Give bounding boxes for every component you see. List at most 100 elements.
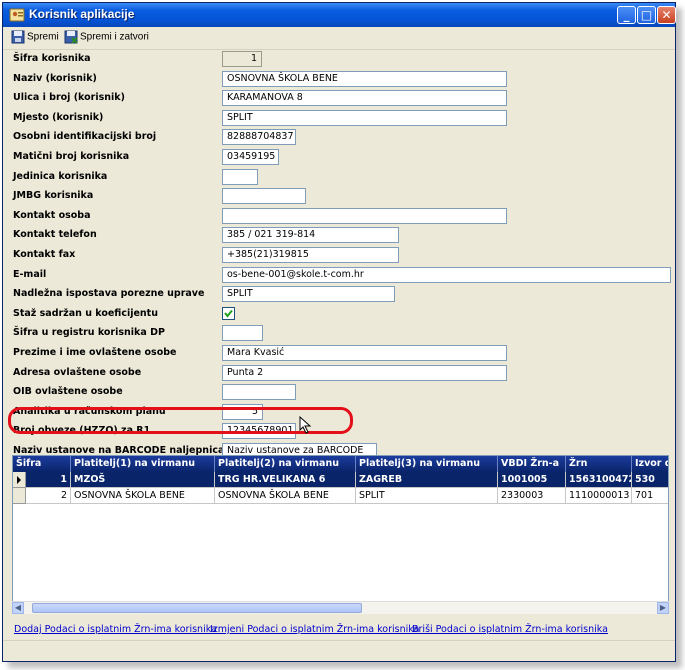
minimize-icon: _ [623, 8, 630, 22]
table-cell: MZOŠ [71, 472, 215, 488]
save-close-button[interactable]: Spremi i zatvori [64, 30, 149, 46]
app-icon [9, 8, 25, 22]
checkbox[interactable] [222, 306, 235, 320]
table-cell: 701 [632, 488, 668, 504]
form-row: Prezime i ime ovlaštene osobe Mara Kvasić [3, 345, 675, 364]
scroll-thumb[interactable] [32, 603, 362, 613]
field-label: Kontakt fax [13, 249, 76, 260]
text-field[interactable]: 385 / 021 319-814 [222, 227, 399, 244]
form-row: Osobni identifikacijski broj 82888704837 [3, 129, 675, 148]
text-field[interactable] [222, 168, 258, 185]
grid-column-header[interactable]: Platitelj(3) na virmanu [356, 456, 498, 472]
text-field[interactable] [222, 384, 296, 401]
save-button[interactable]: Spremi [11, 30, 59, 46]
floppy-close-icon [64, 30, 78, 44]
field-label: Kontakt osoba [13, 209, 91, 221]
text-field[interactable]: Punta 2 [222, 364, 507, 381]
table-cell: 1110000013 [566, 488, 632, 504]
app-window: Korisnik aplikacije _ □ ✕ Spremi Spremi … [2, 2, 676, 662]
text-field[interactable]: +385(21)319815 [222, 247, 399, 263]
form-row: OIB ovlaštene osobe [3, 384, 675, 403]
form-row: Jedinica korisnika [3, 168, 675, 188]
form-row: Matični broj korisnika 03459195 [3, 149, 675, 168]
field-label: Šifra korisnika [13, 53, 91, 64]
form-row: Nadležna ispostava porezne uprave SPLIT [3, 286, 675, 305]
grid-column-header[interactable]: Platitelj(1) na virmanu [71, 456, 215, 472]
form-row: Staž sadržan u koeficijentu [3, 306, 675, 325]
grid-column-header[interactable]: Šifra [13, 456, 71, 472]
field-label: Ulica i broj (korisnik) [13, 92, 125, 104]
form-row: Mjesto (korisnik) SPLIT [3, 109, 675, 129]
row-selector[interactable] [13, 472, 26, 488]
horizontal-scrollbar[interactable]: ◀ ▶ [12, 601, 669, 614]
table-cell: ZAGREB [356, 472, 498, 488]
form-row: JMBG korisnika [3, 188, 675, 207]
add-zrn-link[interactable]: Dodaj Podaci o isplatnim Žrn-ima korisni… [14, 624, 217, 635]
maximize-icon: □ [640, 8, 653, 22]
table-cell: 1001005 [498, 472, 566, 488]
field-label: Osobni identifikacijski broj [13, 131, 157, 143]
grid-column-header[interactable]: VBDI Žrn-a [498, 456, 566, 472]
text-field[interactable]: SPLIT [222, 286, 395, 303]
title-bar[interactable]: Korisnik aplikacije _ □ ✕ [3, 3, 676, 27]
text-field[interactable]: SPLIT [222, 109, 507, 126]
text-field[interactable]: os-bene-001@skole.t-com.hr [222, 266, 671, 283]
grid-column-header[interactable]: Žrn [566, 456, 632, 472]
floppy-icon [11, 30, 25, 44]
table-row[interactable]: 2 OSNOVNA ŠKOLA BENE OSNOVNA ŠKOLA BENE SPL… [13, 488, 668, 504]
table-cell: 1563100472 [566, 472, 632, 488]
field-label: Staž sadržan u koeficijentu [13, 307, 158, 319]
grid-column-header[interactable]: Izvor dok [632, 456, 668, 472]
table-cell: SPLIT [356, 488, 498, 504]
grid-column-header[interactable]: Platitelj(2) na virmanu [215, 456, 356, 472]
table-cell: OSNOVNA ŠKOLA BENE [71, 488, 215, 504]
form-row: Kontakt osoba [3, 207, 675, 227]
field-label: Mjesto (korisnik) [13, 111, 104, 123]
table-row[interactable]: 1 MZOŠ TRG HR.VELIKANA 6 ZAGREB 1001005 15631… [13, 472, 668, 488]
scroll-left-icon[interactable]: ◀ [12, 602, 24, 614]
text-field[interactable] [222, 325, 263, 342]
row-selector[interactable] [13, 488, 26, 504]
field-label: Prezime i ime ovlaštene osobe [13, 347, 177, 358]
form-row: Šifra korisnika 1 [3, 51, 675, 70]
checkmark-icon [224, 309, 233, 318]
edit-zrn-link[interactable]: Izmjeni Podaci o isplatnim Žrn-ima koris… [210, 624, 419, 635]
field-label: Matični broj korisnika [13, 151, 130, 162]
form-row: Ulica i broj (korisnik) KARAMANOVA 8 [3, 90, 675, 109]
scroll-right-icon[interactable]: ▶ [657, 602, 669, 614]
table-cell: OSNOVNA ŠKOLA BENE [215, 488, 356, 504]
text-field[interactable]: 03459195 [222, 149, 279, 165]
form-row: E-mail os-bene-001@skole.t-com.hr [3, 266, 675, 286]
status-bar [3, 640, 675, 661]
window-title: Korisnik aplikacije [29, 7, 135, 21]
mouse-cursor-icon [299, 416, 312, 434]
text-field[interactable]: 1 [222, 51, 262, 67]
current-row-arrow-icon [17, 476, 21, 484]
field-label: Šifra u registru korisnika DP [13, 327, 165, 339]
text-field[interactable] [222, 207, 507, 224]
field-label: OIB ovlaštene osobe [13, 386, 123, 398]
delete-zrn-link[interactable]: Briši Podaci o isplatnim Žrn-ima korisni… [412, 624, 608, 635]
table-cell: 530 [632, 472, 668, 488]
close-icon: ✕ [661, 8, 672, 22]
field-label: Kontakt telefon [13, 229, 97, 241]
text-field[interactable]: OSNOVNA ŠKOLA BENE [222, 70, 507, 87]
field-label: Nadležna ispostava porezne uprave [13, 288, 205, 300]
text-field[interactable]: 82888704837 [222, 129, 296, 146]
close-button[interactable]: ✕ [657, 6, 676, 24]
maximize-button[interactable]: □ [637, 6, 656, 24]
zrn-grid[interactable]: Šifra Platitelj(1) na virmanu Platitelj(2)… [12, 455, 669, 613]
field-label: E-mail [13, 268, 47, 280]
toolbar: Spremi Spremi i zatvori [3, 27, 675, 50]
form-row: Naziv (korisnik) OSNOVNA ŠKOLA BENE [3, 70, 675, 90]
text-field[interactable]: KARAMANOVA 8 [222, 90, 507, 107]
form-row: Kontakt fax +385(21)319815 [3, 247, 675, 266]
form-row: Adresa ovlaštene osobe Punta 2 [3, 364, 675, 384]
minimize-button[interactable]: _ [617, 6, 636, 24]
text-field[interactable] [222, 188, 306, 205]
field-label: JMBG korisnika [13, 190, 94, 202]
field-label: Jedinica korisnika [13, 170, 108, 182]
field-label: Adresa ovlaštene osobe [13, 366, 142, 378]
field-label: Naziv (korisnik) [13, 72, 97, 84]
text-field[interactable]: Mara Kvasić [222, 345, 507, 361]
